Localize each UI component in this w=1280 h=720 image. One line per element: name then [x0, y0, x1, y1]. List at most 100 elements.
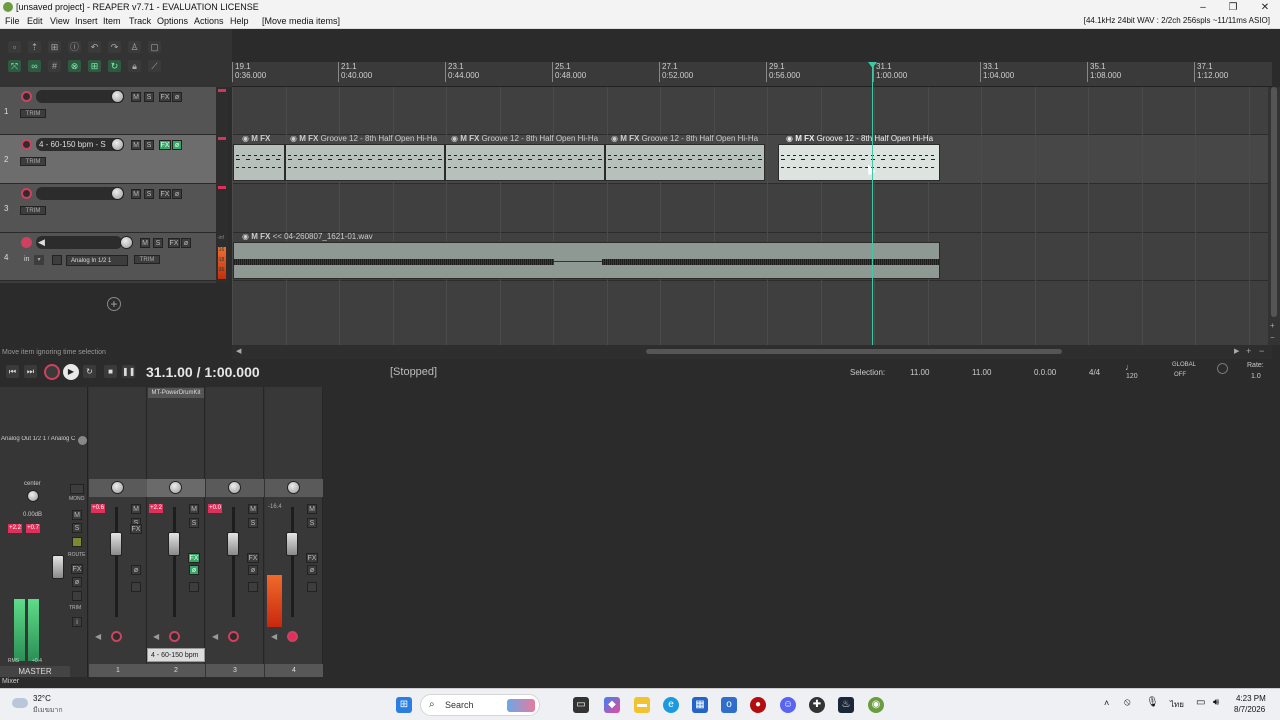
master-output-label[interactable]: Analog Out 1/2 1 / Analog C: [1, 436, 87, 446]
fx-button[interactable]: FX: [159, 140, 171, 150]
horizontal-scrollbar[interactable]: ◀ ▶ + −: [232, 345, 1272, 359]
channel-mute-button[interactable]: M: [248, 504, 258, 514]
fx-button[interactable]: FX: [159, 189, 171, 199]
network-icon[interactable]: ▭: [1196, 697, 1205, 708]
channel-record-arm[interactable]: [169, 631, 180, 642]
steam-icon[interactable]: ♨: [838, 697, 854, 713]
channel-fx-bypass-button[interactable]: ø: [307, 565, 317, 575]
menu-edit[interactable]: Edit: [27, 16, 43, 26]
record-button[interactable]: [44, 364, 60, 380]
automation-mode-button[interactable]: TRIM: [134, 255, 160, 264]
weather-cloud-icon[interactable]: [12, 698, 28, 708]
mixer-channel-1[interactable]: +0.6 M S FX ø ◀ 1: [89, 387, 147, 677]
menu-options[interactable]: Options: [157, 16, 188, 26]
hzoom-out-icon[interactable]: −: [1259, 346, 1264, 356]
solo-button[interactable]: S: [144, 92, 154, 102]
master-mono-button[interactable]: [70, 484, 84, 494]
scroll-right-icon[interactable]: ▶: [1234, 347, 1239, 355]
recorder-app-icon[interactable]: ●: [750, 697, 766, 713]
grid-settings-icon[interactable]: ▢: [148, 41, 161, 53]
snap-toggle-icon[interactable]: ⤧: [8, 60, 21, 72]
channel-mute-button[interactable]: M: [189, 504, 199, 514]
go-to-start-icon[interactable]: ⏮: [6, 365, 19, 378]
mixer-channel-2[interactable]: MT-PowerDrumKit +2.2 M S FX ø ◀ 2 4 - 60…: [147, 387, 205, 677]
grid-toggle-icon[interactable]: #: [48, 60, 61, 72]
maximize-button[interactable]: ❐: [1218, 0, 1248, 15]
vertical-scrollbar[interactable]: + −: [1268, 87, 1280, 345]
midi-item[interactable]: [285, 144, 445, 181]
master-fader[interactable]: [52, 555, 64, 579]
discord-icon[interactable]: ☺: [780, 697, 796, 713]
minimize-button[interactable]: –: [1188, 0, 1218, 15]
automation-mode-button[interactable]: TRIM: [20, 206, 46, 215]
channel-peak[interactable]: +0.6: [91, 504, 105, 513]
master-route-label[interactable]: ROUTE: [68, 552, 86, 558]
master-trim-label[interactable]: TRIM: [69, 605, 81, 611]
channel-fader[interactable]: [286, 532, 298, 556]
master-env-icon[interactable]: [72, 591, 82, 601]
undo-action-label[interactable]: [Move media items]: [262, 16, 340, 26]
edge-icon[interactable]: e: [663, 697, 679, 713]
master-mute-button[interactable]: M: [72, 510, 82, 520]
playrate-knob[interactable]: [1217, 363, 1228, 374]
fx-bypass-button[interactable]: ø: [172, 189, 182, 199]
track-3-header[interactable]: 3 M S FX ø TRIM: [0, 184, 216, 233]
fx-slot[interactable]: MT-PowerDrumKit: [148, 388, 204, 398]
channel-pan-knob[interactable]: [111, 481, 124, 494]
channel-solo-button[interactable]: S: [189, 518, 199, 528]
menu-file[interactable]: File: [5, 16, 20, 26]
master-volume-db[interactable]: 0.00dB: [23, 512, 42, 518]
vertical-scroll-thumb[interactable]: [1271, 87, 1277, 317]
record-arm-button[interactable]: [21, 139, 32, 150]
mute-button[interactable]: M: [131, 189, 141, 199]
reaper-taskbar-icon[interactable]: ◉: [868, 697, 884, 713]
automation-mode-button[interactable]: TRIM: [20, 109, 46, 118]
fx-button[interactable]: FX: [168, 238, 180, 248]
project-settings-icon[interactable]: ⓘ: [68, 41, 81, 53]
file-explorer-icon[interactable]: ▬: [634, 697, 650, 713]
channel-number[interactable]: 4: [265, 664, 323, 677]
menu-item[interactable]: Item: [103, 16, 121, 26]
track-name-field[interactable]: [36, 236, 122, 249]
channel-fx-button[interactable]: FX: [130, 524, 142, 534]
midi-item[interactable]: [605, 144, 765, 181]
master-route-icon[interactable]: [72, 537, 82, 547]
audio-device-status[interactable]: [44.1kHz 24bit WAV : 2/2ch 256spls ~11/1…: [1084, 16, 1270, 25]
menu-track[interactable]: Track: [129, 16, 151, 26]
audio-item[interactable]: [233, 242, 940, 279]
fx-bypass-button[interactable]: ø: [181, 238, 191, 248]
track-1-header[interactable]: 1 M S FX ø TRIM: [0, 87, 216, 135]
channel-fx-button[interactable]: FX: [247, 553, 259, 563]
master-label[interactable]: MASTER: [0, 666, 70, 677]
app-icon-a[interactable]: ✚: [809, 697, 825, 713]
menu-insert[interactable]: Insert: [75, 16, 98, 26]
undo-icon[interactable]: ↶: [88, 41, 101, 53]
channel-fx-bypass-button[interactable]: ø: [131, 565, 141, 575]
speaker-icon[interactable]: ◀: [212, 632, 218, 641]
channel-mute-button[interactable]: M: [307, 504, 317, 514]
channel-fx-button[interactable]: FX: [306, 553, 318, 563]
mixer-channel-3[interactable]: +0.0 M S FX ø ◀ 3: [206, 387, 264, 677]
channel-pan-knob[interactable]: [287, 481, 300, 494]
timeline-ruler[interactable]: 19.1 0:36.000 21.1 0:40.000 23.1 0:44.000 2…: [232, 62, 1272, 87]
channel-solo-button[interactable]: S: [248, 518, 258, 528]
track-lane[interactable]: [232, 87, 1268, 135]
master-solo-button[interactable]: S: [72, 523, 82, 533]
go-to-end-icon[interactable]: ⏭: [24, 365, 37, 378]
close-button[interactable]: ✕: [1250, 0, 1280, 15]
record-arm-button[interactable]: [21, 91, 32, 102]
record-arm-button[interactable]: [21, 237, 32, 248]
time-signature[interactable]: 4/4: [1089, 368, 1100, 377]
solo-button[interactable]: S: [153, 238, 163, 248]
global-automation-state[interactable]: OFF: [1174, 372, 1186, 378]
channel-peak[interactable]: +0.0: [208, 504, 222, 513]
fx-bypass-button[interactable]: ø: [172, 92, 182, 102]
fx-button[interactable]: FX: [159, 92, 171, 102]
selection-length[interactable]: 0.0.00: [1034, 368, 1056, 377]
master-fx-button[interactable]: FX: [71, 564, 83, 574]
solo-button[interactable]: S: [144, 189, 154, 199]
redo-icon[interactable]: ↷: [108, 41, 121, 53]
windows-start-icon[interactable]: ⊞: [396, 697, 412, 713]
transport-position[interactable]: 31.1.00 / 1:00.000: [146, 364, 260, 380]
midi-item-header[interactable]: ◉ M FX: [242, 134, 270, 143]
